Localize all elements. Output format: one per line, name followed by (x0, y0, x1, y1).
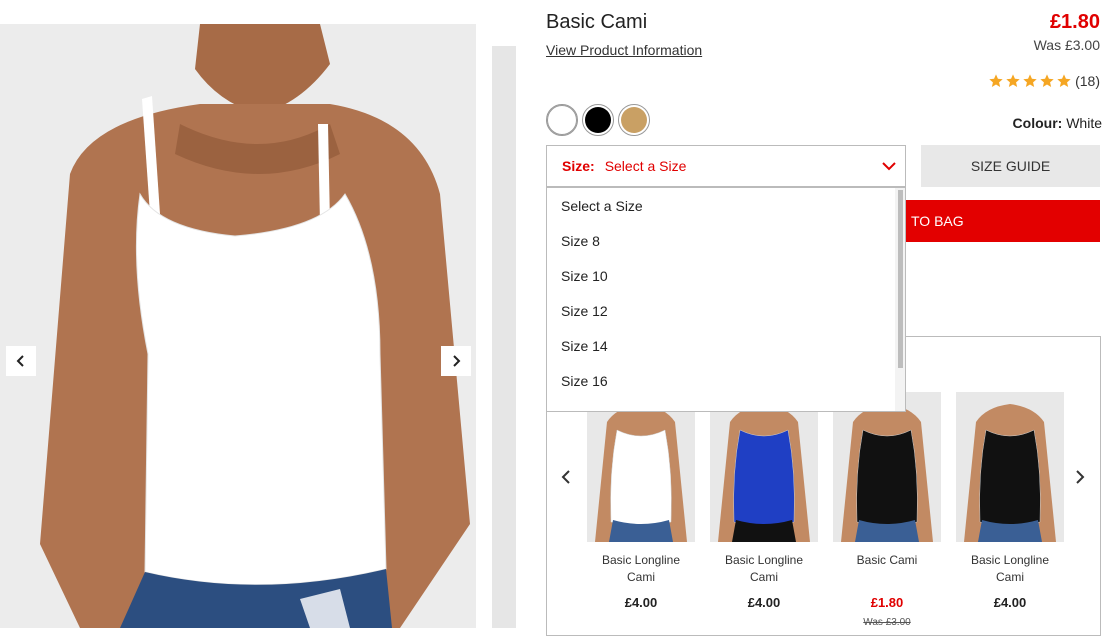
dropdown-scrollbar-thumb[interactable] (898, 190, 903, 368)
star-icon (1023, 74, 1037, 87)
dropdown-scrollbar[interactable] (895, 188, 905, 411)
recommendation-name[interactable]: Basic Longline Cami (956, 552, 1064, 586)
star-icon (1040, 74, 1054, 87)
product-was-price: Was £3.00 (1033, 37, 1100, 53)
star-icon (1057, 74, 1071, 87)
rating-count: (18) (1075, 73, 1100, 89)
recommendation-card[interactable]: Basic Longline Cami £4.00 (710, 392, 818, 610)
swatch-black[interactable] (582, 104, 614, 136)
size-dropdown-list[interactable]: Select a Size Size 8 Size 10 Size 12 Size 14… (546, 187, 906, 412)
swatch-tan[interactable] (618, 104, 650, 136)
recommendation-name[interactable]: Basic Cami (833, 552, 941, 569)
size-value: Select a Size (604, 158, 687, 174)
size-option[interactable]: Size 12 (547, 293, 895, 328)
main-product-image (0, 24, 476, 628)
prev-image-button[interactable] (6, 346, 36, 376)
size-option[interactable]: Size 16 (547, 363, 895, 398)
view-product-info-link[interactable]: View Product Information (546, 42, 702, 58)
recommendation-price: £4.00 (993, 595, 1027, 610)
next-image-button[interactable] (441, 346, 471, 376)
product-title: Basic Cami (546, 11, 648, 33)
recommendation-card[interactable]: Basic Longline Cami £4.00 (587, 392, 695, 610)
recommendation-name[interactable]: Basic Longline Cami (587, 552, 695, 586)
recommendation-card[interactable]: Basic Longline Cami £4.00 (956, 392, 1064, 610)
size-option[interactable]: Select a Size (547, 188, 895, 223)
recommendation-image[interactable] (956, 392, 1064, 542)
next-image-preview[interactable] (492, 46, 516, 628)
size-option[interactable]: Size 18 (547, 398, 895, 412)
swatch-black-dot (585, 107, 611, 133)
size-guide-button[interactable]: SIZE GUIDE (921, 145, 1100, 187)
recommendation-price: £4.00 (747, 595, 781, 610)
chevron-left-icon (16, 355, 24, 367)
product-rating[interactable]: (18) (988, 73, 1100, 89)
recommendation-image[interactable] (833, 392, 941, 542)
star-icon (989, 74, 1003, 87)
size-option[interactable]: Size 8 (547, 223, 895, 258)
size-option[interactable]: Size 10 (547, 258, 895, 293)
recommendation-card[interactable]: Basic Cami £1.80 Was £3.00 (833, 392, 941, 628)
size-select[interactable]: Size: Select a Size (546, 145, 906, 187)
rating-stars (988, 73, 1072, 89)
product-price: £1.80 (1049, 11, 1100, 33)
colour-value: White (1066, 115, 1102, 131)
reco-prev-icon[interactable] (558, 469, 574, 485)
size-label: Size: (562, 158, 595, 174)
swatch-tan-dot (621, 107, 647, 133)
size-options: Select a Size Size 8 Size 10 Size 12 Size 14… (547, 188, 895, 412)
colour-indicator: Colour: White (1013, 115, 1102, 131)
recommendation-price: £1.80 (870, 595, 904, 610)
recommendation-name[interactable]: Basic Longline Cami (710, 552, 818, 586)
reco-next-icon[interactable] (1072, 469, 1088, 485)
chevron-right-icon (453, 355, 461, 367)
swatch-white-dot (547, 105, 577, 135)
swatch-white[interactable] (546, 104, 578, 136)
colour-swatches (546, 104, 650, 136)
colour-label: Colour: (1012, 115, 1063, 131)
recommendation-was-price: Was £3.00 (863, 617, 911, 628)
star-icon (1006, 74, 1020, 87)
recommendation-image[interactable] (710, 392, 818, 542)
model-illustration (0, 24, 476, 628)
chevron-down-icon (882, 162, 896, 171)
size-option[interactable]: Size 14 (547, 328, 895, 363)
recommendation-image[interactable] (587, 392, 695, 542)
recommendation-price: £4.00 (624, 595, 658, 610)
